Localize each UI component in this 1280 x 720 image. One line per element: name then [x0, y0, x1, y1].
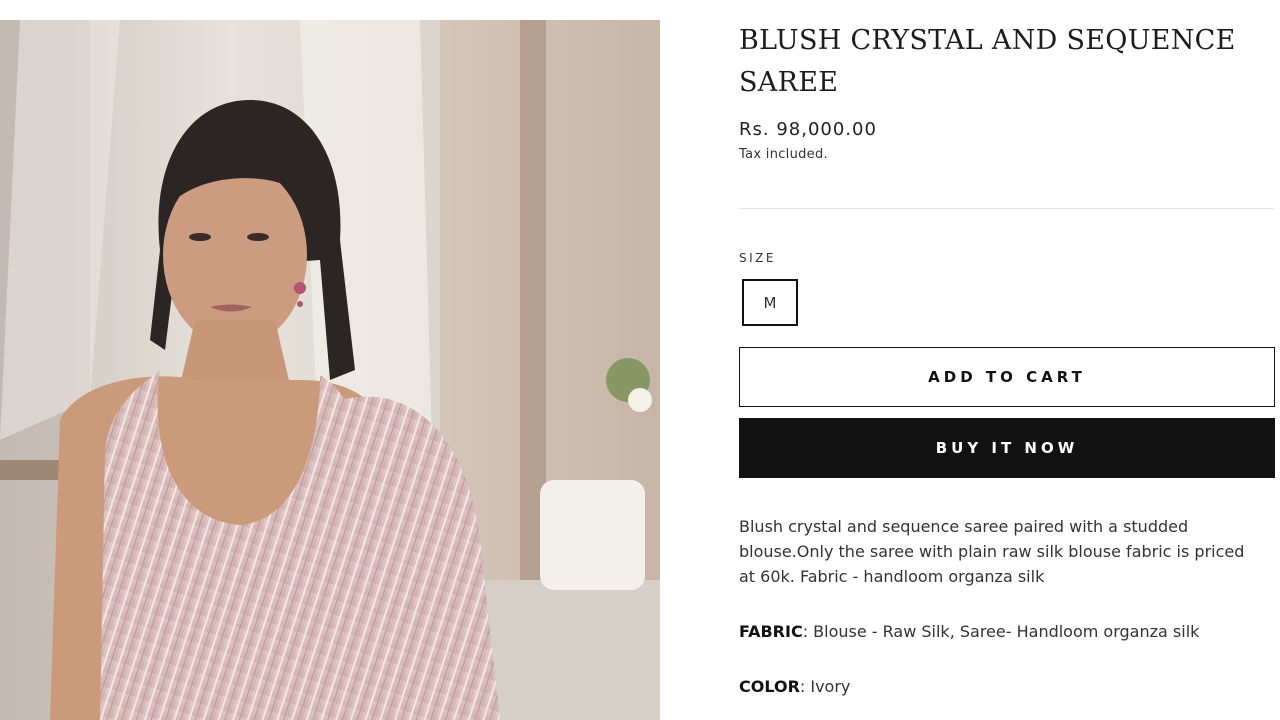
- divider: [739, 208, 1274, 209]
- size-option-m[interactable]: M: [742, 279, 798, 326]
- spec-fabric-key: FABRIC: [739, 622, 803, 641]
- spec-color-key: COLOR: [739, 677, 800, 696]
- spec-color: COLOR: Ivory: [739, 674, 850, 699]
- product-image[interactable]: [0, 20, 660, 720]
- tax-note: Tax included.: [739, 147, 828, 162]
- spec-fabric-value: : Blouse - Raw Silk, Saree- Handloom org…: [802, 622, 1200, 641]
- buy-it-now-button[interactable]: BUY IT NOW: [739, 418, 1275, 478]
- product-photo-illustration: [0, 20, 660, 720]
- add-to-cart-button[interactable]: ADD TO CART: [739, 347, 1275, 407]
- product-description: Blush crystal and sequence saree paired …: [739, 517, 1245, 586]
- product-title: BLUSH CRYSTAL AND SEQUENCE SAREE: [739, 25, 1236, 98]
- product-price: Rs. 98,000.00: [739, 119, 877, 140]
- spec-color-value: : Ivory: [799, 677, 851, 696]
- product-page: BLUSH CRYSTAL AND SEQUENCE SAREE Rs. 98,…: [0, 0, 1280, 720]
- size-label: SIZE: [739, 251, 776, 265]
- product-info: BLUSH CRYSTAL AND SEQUENCE SAREE Rs. 98,…: [739, 0, 1280, 720]
- spec-fabric: FABRIC: Blouse - Raw Silk, Saree- Handlo…: [739, 619, 1199, 644]
